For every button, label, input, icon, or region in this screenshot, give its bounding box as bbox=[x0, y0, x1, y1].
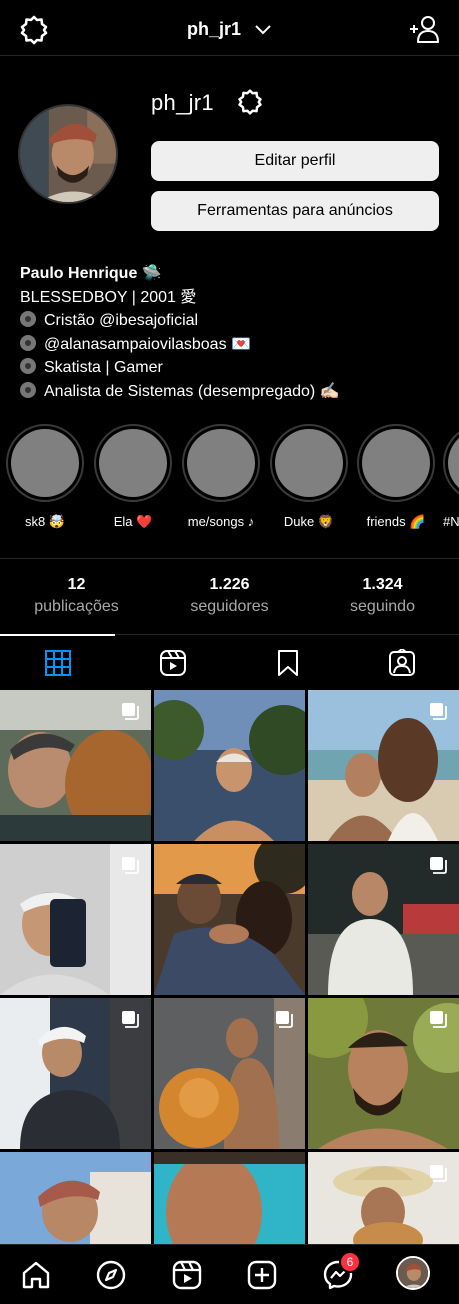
options-icon[interactable] bbox=[236, 88, 264, 116]
highlight-item[interactable]: Ela ❤️ bbox=[94, 424, 172, 530]
bio-line: Skatista | Gamer bbox=[20, 356, 440, 380]
profile-stats: 12 publicações 1.226 seguidores 1.324 segui… bbox=[0, 576, 459, 624]
film-reel-icon bbox=[20, 311, 36, 327]
stat-number: 1.324 bbox=[362, 576, 403, 593]
ad-tools-button[interactable]: Ferramentas para anúncios bbox=[151, 191, 439, 231]
highlight-item[interactable]: me/songs ♪ bbox=[182, 424, 260, 529]
content-tabs bbox=[0, 636, 459, 690]
explore-icon[interactable] bbox=[95, 1259, 127, 1291]
highlight-item[interactable]: #N bbox=[443, 424, 459, 529]
bottom-navigation bbox=[0, 1244, 459, 1304]
reels-icon bbox=[159, 650, 186, 676]
highlight-item[interactable]: friends 🌈 bbox=[357, 424, 435, 530]
header-username: ph_jr1 bbox=[186, 19, 241, 39]
tab-tagged[interactable] bbox=[344, 636, 459, 690]
film-reel-icon bbox=[20, 381, 36, 398]
tab-grid[interactable] bbox=[0, 636, 115, 690]
carousel-icon bbox=[122, 1011, 139, 1028]
bio-line: Cristão @ibesajoficial bbox=[20, 309, 440, 333]
post-thumbnail[interactable] bbox=[154, 844, 305, 995]
bio-line: Analista de Sistemas (desempregado) ✍🏻 bbox=[20, 380, 440, 404]
post-thumbnail[interactable] bbox=[154, 1152, 305, 1244]
stat-following[interactable]: 1.324 seguindo bbox=[306, 576, 459, 616]
profile-username: ph_jr1 bbox=[151, 90, 214, 115]
notification-badge: 6 bbox=[339, 1251, 361, 1273]
home-icon[interactable] bbox=[20, 1259, 52, 1291]
post-thumbnail[interactable] bbox=[0, 844, 151, 995]
highlight-label: Ela ❤️ bbox=[113, 514, 153, 529]
carousel-icon bbox=[430, 857, 447, 874]
highlight-label: me/songs ♪ bbox=[187, 514, 255, 529]
stat-followers[interactable]: 1.226 seguidores bbox=[153, 576, 306, 616]
bio-line-text[interactable]: Cristão @ibesajoficial bbox=[44, 312, 198, 329]
carousel-icon bbox=[430, 1011, 447, 1028]
post-thumbnail[interactable] bbox=[0, 998, 151, 1149]
post-thumbnail[interactable] bbox=[308, 998, 459, 1149]
stat-label: publicações bbox=[34, 598, 119, 615]
post-thumbnail[interactable] bbox=[308, 844, 459, 995]
stat-label: seguindo bbox=[350, 598, 415, 615]
reels-nav-icon[interactable] bbox=[171, 1259, 203, 1291]
film-reel-icon bbox=[20, 334, 36, 351]
carousel-icon bbox=[122, 857, 139, 874]
full-name: Paulo Henrique 🛸 bbox=[20, 265, 162, 282]
post-thumbnail[interactable] bbox=[0, 690, 151, 841]
story-highlights: sk8 🤯 Ela ❤️ me/songs ♪ Duke 🦁 friends 🌈… bbox=[0, 424, 459, 534]
carousel-icon bbox=[122, 703, 139, 720]
profile-nav-avatar[interactable] bbox=[396, 1256, 430, 1290]
tab-reels[interactable] bbox=[115, 636, 230, 690]
highlight-label: sk8 🤯 bbox=[24, 514, 66, 529]
edit-profile-button[interactable]: Editar perfil bbox=[151, 141, 439, 181]
highlight-label: #N bbox=[443, 514, 459, 529]
carousel-icon bbox=[430, 1165, 447, 1182]
saved-icon bbox=[277, 650, 298, 676]
top-bar: ph_jr1 bbox=[0, 0, 459, 56]
film-reel-icon bbox=[20, 358, 36, 374]
highlight-label: friends 🌈 bbox=[366, 514, 426, 529]
bio-line-text: Skatista | Gamer bbox=[44, 359, 163, 376]
post-thumbnail[interactable] bbox=[154, 998, 305, 1149]
tab-saved[interactable] bbox=[230, 636, 345, 690]
bio: Paulo Henrique 🛸 BLESSEDBOY | 2001 愛 Cri… bbox=[20, 262, 440, 403]
highlight-item[interactable]: sk8 🤯 bbox=[6, 424, 84, 530]
add-user-icon[interactable] bbox=[409, 14, 441, 44]
bio-line: @alanasampaiovilasboas 💌 bbox=[20, 333, 440, 357]
bio-line-text: Analista de Sistemas (desempregado) ✍🏻 bbox=[44, 382, 340, 400]
create-post-icon[interactable] bbox=[246, 1259, 278, 1291]
profile-avatar[interactable] bbox=[18, 104, 118, 204]
highlight-item[interactable]: Duke 🦁 bbox=[270, 424, 348, 530]
stat-number: 1.226 bbox=[209, 576, 250, 593]
grid-icon bbox=[44, 650, 71, 676]
account-switcher[interactable]: ph_jr1 bbox=[0, 19, 459, 40]
chevron-down-icon bbox=[255, 25, 271, 35]
stat-number: 12 bbox=[67, 576, 86, 593]
stat-label: seguidores bbox=[190, 598, 269, 615]
carousel-icon bbox=[430, 703, 447, 720]
bio-line-text[interactable]: @alanasampaiovilasboas 💌 bbox=[44, 336, 251, 353]
bio-line: BLESSEDBOY | 2001 愛 bbox=[20, 288, 197, 306]
stat-posts[interactable]: 12 publicações bbox=[0, 576, 153, 616]
post-thumbnail[interactable] bbox=[308, 1152, 459, 1244]
highlight-label: Duke 🦁 bbox=[283, 514, 335, 529]
divider bbox=[0, 558, 459, 559]
post-thumbnail[interactable] bbox=[308, 690, 459, 841]
post-thumbnail[interactable] bbox=[0, 1152, 151, 1244]
tagged-icon bbox=[388, 649, 415, 676]
carousel-icon bbox=[276, 1011, 293, 1028]
post-thumbnail[interactable] bbox=[154, 690, 305, 841]
